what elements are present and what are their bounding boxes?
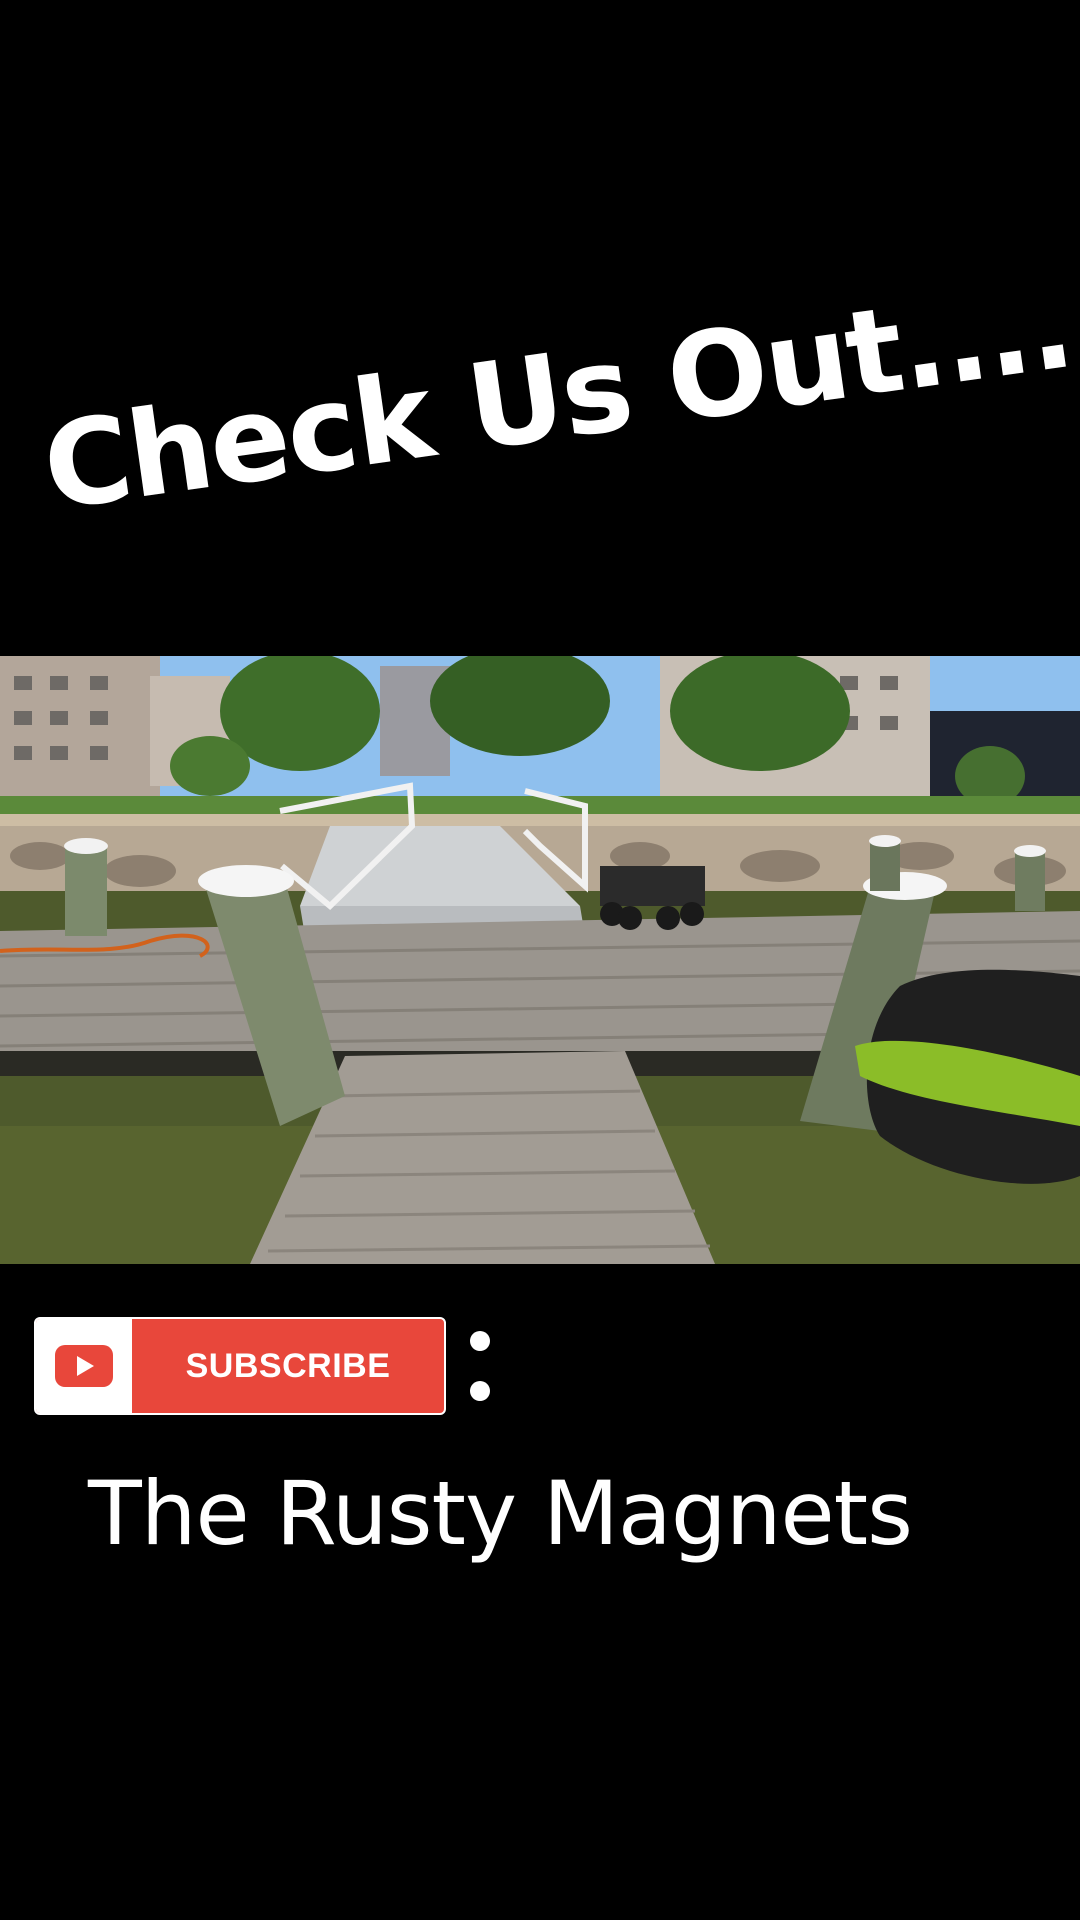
more-vertical-icon[interactable] — [468, 1331, 492, 1401]
subscribe-label: SUBSCRIBE — [185, 1346, 391, 1385]
subscribe-row: SUBSCRIBE — [34, 1316, 492, 1416]
dock-photo — [0, 656, 1080, 1264]
youtube-play-icon — [36, 1319, 132, 1413]
channel-name: The Rusty Magnets — [88, 1462, 913, 1565]
subscribe-button[interactable]: SUBSCRIBE — [34, 1317, 446, 1415]
headline: Check Us Out.... — [35, 256, 1080, 537]
video-frame[interactable] — [0, 656, 1080, 1264]
